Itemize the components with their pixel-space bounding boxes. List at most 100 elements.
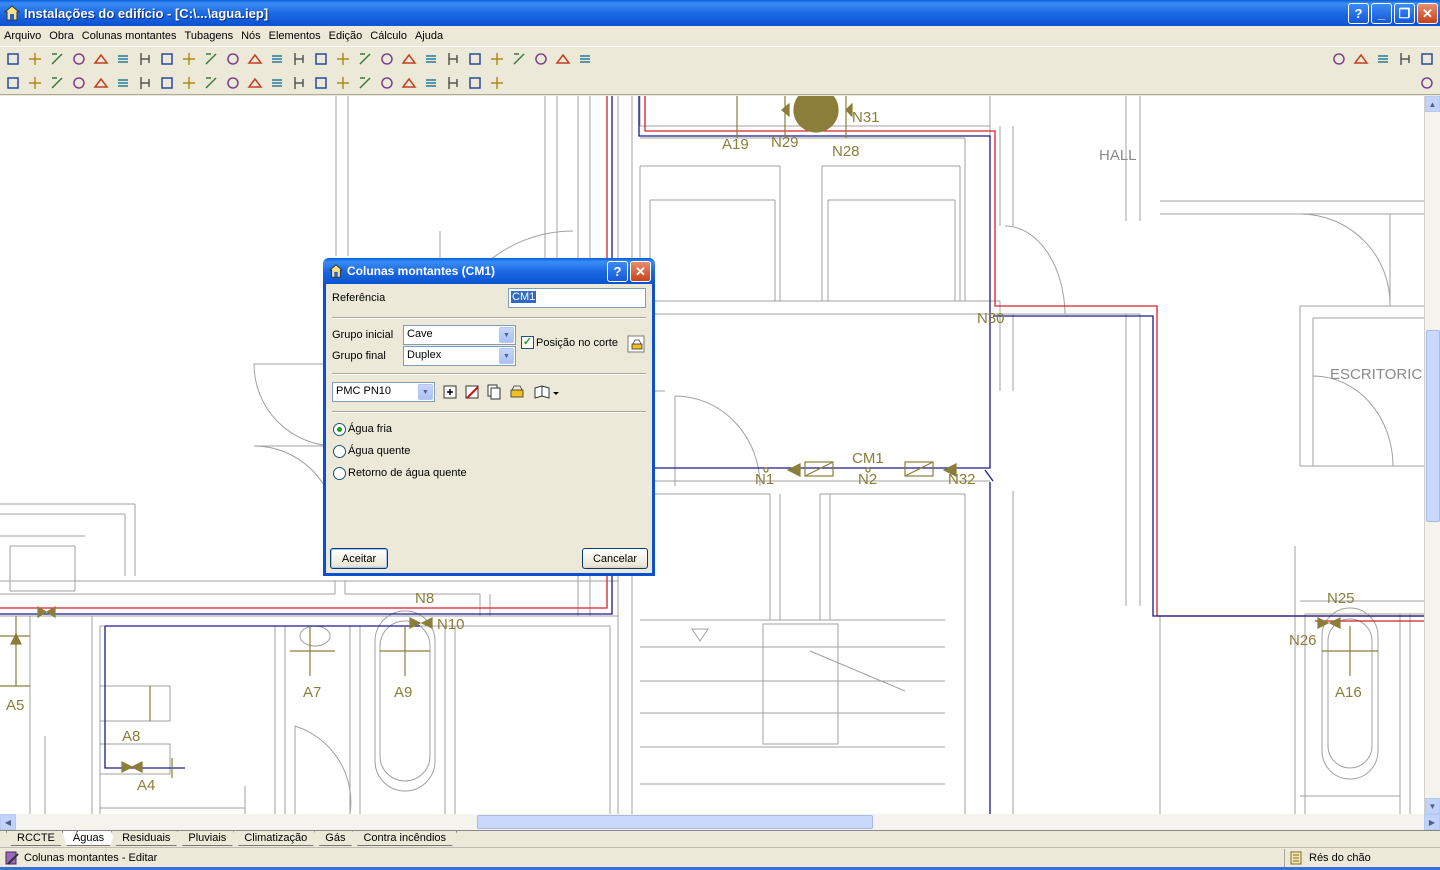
tb1-measure-button[interactable] xyxy=(486,48,508,70)
tab-rccte[interactable]: RCCTE xyxy=(6,831,66,846)
tb2-refresh-button[interactable] xyxy=(1416,72,1438,94)
scroll-up-arrow[interactable]: ▲ xyxy=(1425,96,1440,112)
horizontal-scroll-thumb[interactable] xyxy=(477,815,873,829)
tb1-valve-button[interactable] xyxy=(46,48,68,70)
posicao-checkbox[interactable]: ✓ xyxy=(521,336,534,349)
tb1-tools-button[interactable] xyxy=(574,48,596,70)
tb1-level-updown-button[interactable] xyxy=(244,48,266,70)
tb1-3d-button[interactable] xyxy=(1372,48,1394,70)
tb1-zoom-all-button[interactable] xyxy=(310,48,332,70)
menu-ajuda[interactable]: Ajuda xyxy=(411,30,447,42)
radio-retorno[interactable] xyxy=(333,467,346,480)
tb1-zoom-window-button[interactable] xyxy=(332,48,354,70)
tb1-open-button[interactable] xyxy=(2,48,24,70)
tb1-binoculars-button[interactable] xyxy=(420,48,442,70)
tb2-node-button[interactable] xyxy=(90,72,112,94)
cancelar-button[interactable]: Cancelar xyxy=(582,548,648,569)
dialog-help-button[interactable]: ? xyxy=(607,261,628,282)
add-material-button[interactable] xyxy=(440,382,460,402)
menu-arquivo[interactable]: Arquivo xyxy=(0,30,45,42)
menu-elementos[interactable]: Elementos xyxy=(265,30,325,42)
tb1-redo-button[interactable] xyxy=(200,48,222,70)
tb2-valve-insert-button[interactable] xyxy=(200,72,222,94)
menu-edicao[interactable]: Edição xyxy=(325,30,367,42)
floor-plan[interactable] xyxy=(0,96,1424,814)
tb1-globe-button[interactable] xyxy=(1328,48,1350,70)
chevron-down-icon[interactable]: ▼ xyxy=(418,384,433,400)
tb1-table-button[interactable] xyxy=(90,48,112,70)
library-menu-button[interactable] xyxy=(531,382,563,402)
tb2-move-button[interactable] xyxy=(266,72,288,94)
tb2-align-center-button[interactable] xyxy=(178,72,200,94)
radio-agua-quente[interactable] xyxy=(333,445,346,458)
tb1-redraw-button[interactable] xyxy=(398,48,420,70)
copy-material-button[interactable] xyxy=(484,382,504,402)
tb1-close-toolbar-button[interactable] xyxy=(1416,48,1438,70)
tb2-valve-alt-button[interactable] xyxy=(222,72,244,94)
scroll-left-arrow[interactable]: ◀ xyxy=(0,814,16,830)
locate-button[interactable] xyxy=(626,334,646,354)
referencia-input[interactable]: CM1 xyxy=(508,288,646,308)
tb2-pipe-button[interactable] xyxy=(46,72,68,94)
scroll-down-arrow[interactable]: ▼ xyxy=(1425,798,1440,814)
tb1-pan-button[interactable] xyxy=(376,48,398,70)
menu-calculo[interactable]: Cálculo xyxy=(366,30,411,42)
tab-contra-incendios[interactable]: Contra incêndios xyxy=(352,831,457,846)
tb2-pencil-button[interactable] xyxy=(244,72,266,94)
tb1-layers-button[interactable] xyxy=(1350,48,1372,70)
drawing-canvas[interactable]: A19 N29 N28 N31 N30 N1 CM1 N2 N32 N8 N10… xyxy=(0,96,1424,814)
tb2-rotate-button[interactable] xyxy=(288,72,310,94)
tb2-column-multi-button[interactable] xyxy=(24,72,46,94)
tb1-save-button[interactable] xyxy=(24,48,46,70)
tb2-join-button[interactable] xyxy=(332,72,354,94)
tb2-erase-button[interactable] xyxy=(376,72,398,94)
delete-material-button[interactable] xyxy=(462,382,482,402)
open-material-button[interactable] xyxy=(507,382,527,402)
radio-agua-fria[interactable] xyxy=(333,423,346,436)
scroll-right-arrow[interactable]: ▶ xyxy=(1424,814,1440,830)
tb2-check-button[interactable] xyxy=(442,72,464,94)
tab-gas[interactable]: Gás xyxy=(314,831,356,846)
tab-pluviais[interactable]: Pluviais xyxy=(177,831,237,846)
tb1-tool-button[interactable] xyxy=(68,48,90,70)
tb1-list-button[interactable] xyxy=(112,48,134,70)
tb2-copy-button[interactable] xyxy=(354,72,376,94)
tb2-column-button[interactable] xyxy=(2,72,24,94)
menu-colunas-montantes[interactable]: Colunas montantes xyxy=(78,30,181,42)
tb1-rectangle-button[interactable] xyxy=(552,48,574,70)
tb2-node-up-button[interactable] xyxy=(112,72,134,94)
tb1-grid-button[interactable] xyxy=(134,48,156,70)
menu-nos[interactable]: Nós xyxy=(237,30,265,42)
tb1-angle-button[interactable] xyxy=(464,48,486,70)
aceitar-button[interactable]: Aceitar xyxy=(330,548,388,569)
tb1-level-up-button[interactable] xyxy=(222,48,244,70)
tb1-dimension-button[interactable] xyxy=(442,48,464,70)
tb1-level-down-button[interactable] xyxy=(266,48,288,70)
tb1-undo-button[interactable] xyxy=(178,48,200,70)
tb1-select-button[interactable] xyxy=(530,48,552,70)
vertical-scrollbar[interactable]: ▲ ▼ xyxy=(1424,96,1440,814)
help-button[interactable]: ? xyxy=(1348,3,1369,24)
tb2-error-button[interactable] xyxy=(486,72,508,94)
menu-obra[interactable]: Obra xyxy=(45,30,77,42)
tb1-zoom-out-button[interactable] xyxy=(354,48,376,70)
menu-tubagens[interactable]: Tubagens xyxy=(181,30,238,42)
grupo-final-select[interactable]: Duplex ▼ xyxy=(403,346,516,366)
close-button[interactable]: ✕ xyxy=(1417,3,1438,24)
minimize-button[interactable]: _ xyxy=(1371,3,1392,24)
tab-aguas[interactable]: Águas xyxy=(62,831,115,846)
vertical-scroll-thumb[interactable] xyxy=(1426,330,1440,522)
tb1-snap-button[interactable] xyxy=(508,48,530,70)
tb1-zoom-button[interactable] xyxy=(288,48,310,70)
chevron-down-icon[interactable]: ▼ xyxy=(499,348,514,364)
tb1-settings-button[interactable] xyxy=(1394,48,1416,70)
horizontal-scrollbar[interactable]: ◀ ▶ xyxy=(0,814,1440,830)
material-select[interactable]: PMC PN10 ▼ xyxy=(332,382,435,402)
tb2-query-button[interactable] xyxy=(398,72,420,94)
tab-residuais[interactable]: Residuais xyxy=(111,831,181,846)
tb2-node-down-button[interactable] xyxy=(134,72,156,94)
chevron-down-icon[interactable]: ▼ xyxy=(499,327,514,343)
tb2-tee-button[interactable] xyxy=(68,72,90,94)
grupo-inicial-select[interactable]: Cave ▼ xyxy=(403,325,516,345)
tb2-align-button[interactable] xyxy=(156,72,178,94)
